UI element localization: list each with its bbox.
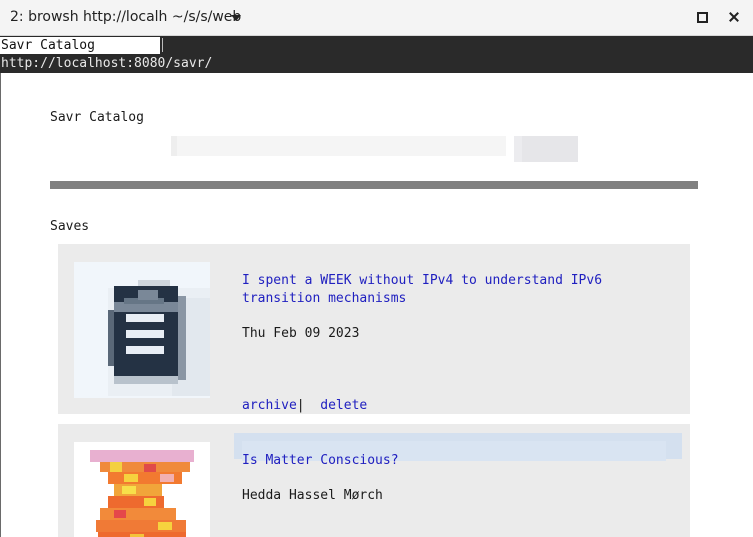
maximize-icon[interactable] <box>697 12 708 23</box>
page-content: Savr Catalog Saves I spent a WEEK withou… <box>0 73 753 537</box>
url-bar[interactable]: http://localhost:8080/savr/ <box>1 55 212 72</box>
window-title: 2: browsh http://localh ~/s/s/web <box>10 9 242 25</box>
save-card: I spent a WEEK without IPv4 to understan… <box>58 244 690 414</box>
header-divider <box>50 181 698 189</box>
save-title-link[interactable]: Is Matter Conscious? <box>242 452 399 470</box>
section-heading: Saves <box>50 219 90 234</box>
save-actions: archive| delete <box>242 398 367 413</box>
site-title: Savr Catalog <box>50 110 144 125</box>
save-title-link[interactable]: I spent a WEEK without IPv4 to understan… <box>242 272 662 308</box>
abstract-art-icon[interactable] <box>74 442 210 537</box>
save-author: Hedda Hassel Mørch <box>242 488 383 503</box>
chevron-down-icon[interactable] <box>231 15 241 21</box>
delete-link[interactable]: delete <box>320 398 367 413</box>
search-button[interactable] <box>514 136 578 162</box>
tab-separator <box>162 38 163 52</box>
browser-header: Savr Catalog http://localhost:8080/savr/ <box>0 36 753 73</box>
search-input[interactable] <box>171 136 506 156</box>
action-separator: | <box>296 398 305 413</box>
document-icon[interactable] <box>74 262 212 398</box>
save-date: Thu Feb 09 2023 <box>242 326 360 341</box>
archive-link[interactable]: archive <box>242 398 297 413</box>
window-titlebar: 2: browsh http://localh ~/s/s/web <box>0 0 753 36</box>
save-card: Is Matter Conscious? Hedda Hassel Mørch <box>58 424 690 537</box>
browser-tab[interactable]: Savr Catalog <box>0 37 160 54</box>
close-icon[interactable] <box>726 8 742 26</box>
